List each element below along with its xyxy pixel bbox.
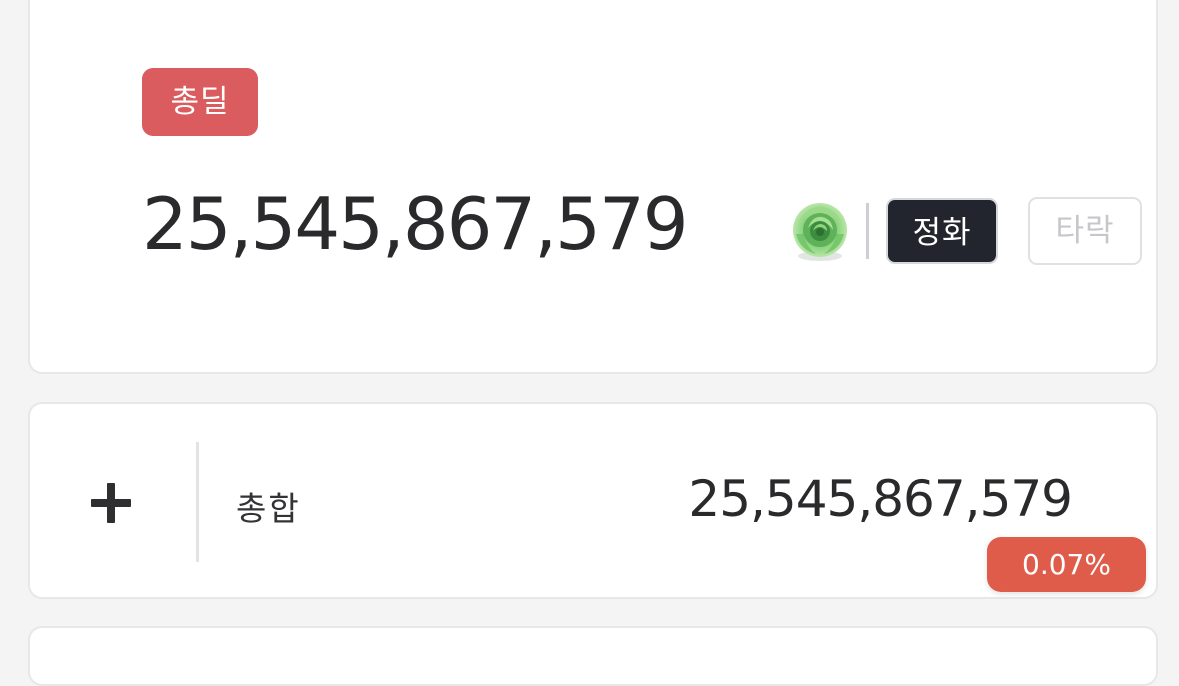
total-damage-value: 25,545,867,579: [142, 182, 689, 266]
percent-badge: 0.07%: [987, 537, 1146, 592]
green-rose-icon: [788, 200, 852, 264]
total-damage-badge: 총딜: [142, 68, 258, 136]
damage-summary-card: 총딜 25,545,867,579 정화 타락: [28, 0, 1158, 374]
plus-icon[interactable]: [88, 480, 134, 526]
sum-value: 25,545,867,579: [688, 470, 1073, 528]
sum-label: 총합: [236, 489, 301, 528]
sum-row-card: 총합 25,545,867,579 0.07%: [28, 402, 1158, 599]
refine-toggle-button[interactable]: 정화: [886, 198, 998, 264]
icon-divider: [866, 203, 869, 259]
next-row-card: [28, 626, 1158, 686]
corrupt-toggle-button[interactable]: 타락: [1028, 197, 1142, 265]
row-divider: [196, 442, 199, 562]
